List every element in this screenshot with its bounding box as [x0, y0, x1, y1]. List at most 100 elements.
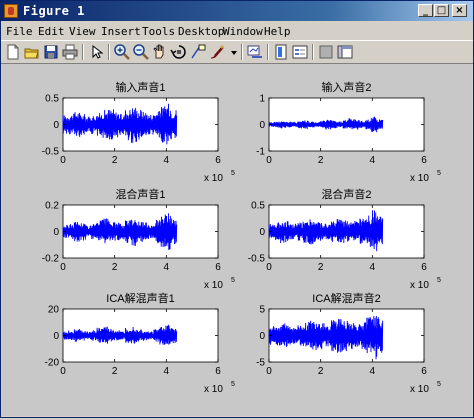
x-exponent-label: x 10: [410, 280, 429, 291]
y-tick-label: 0.5: [45, 94, 59, 105]
subplot-1: 输入声音10 2 4 6-0.500.5x 10 5: [42, 80, 235, 184]
data-cursor-icon[interactable]: [189, 43, 207, 61]
y-tick-label: -1: [256, 147, 265, 158]
subplot-title: 混合声音1: [115, 187, 165, 201]
x-tick-label: 0: [266, 262, 272, 273]
y-tick-label: -5: [256, 358, 265, 369]
colorbar-icon[interactable]: [272, 43, 290, 61]
legend-icon[interactable]: [291, 43, 309, 61]
y-tick-label: 0.2: [45, 201, 59, 212]
x-exponent-power: 5: [437, 170, 441, 177]
figure-window: Figure 1 _ □ × File Edit View Insert Too…: [0, 0, 474, 418]
toolbar-separator: [82, 44, 84, 60]
y-tick-label: 0: [53, 227, 59, 238]
subplot-5: ICA解混声音10 2 4 6-20020x 10 5: [45, 291, 235, 395]
y-tick-label: -20: [45, 358, 60, 369]
figure-canvas: 输入声音1 0 2 4 6 -0.5 0 0.5 x 10 5 输入声音2 0 2 4 6 -1 0 1 x 10 5…: [2, 64, 472, 416]
subplot-title: 输入声音2: [321, 80, 371, 94]
x-tick-label: 4: [164, 155, 170, 166]
x-tick-label: 0: [266, 366, 272, 377]
x-tick-label: 4: [370, 366, 376, 377]
toolbar-separator: [241, 44, 243, 60]
x-tick-label: 2: [318, 262, 324, 273]
x-tick-label: 0: [60, 366, 66, 377]
matlab-figure-icon: [4, 4, 18, 18]
y-tick-label: 0: [53, 120, 59, 131]
x-tick-label: 4: [164, 366, 170, 377]
x-tick-label: 0: [60, 155, 66, 166]
subplot-title: ICA解混声音2: [312, 291, 380, 305]
toolbar-separator: [267, 44, 269, 60]
x-tick-label: 6: [421, 155, 427, 166]
rotate-3d-icon[interactable]: [170, 43, 188, 61]
x-tick-label: 2: [318, 366, 324, 377]
edit-plot-arrow-icon[interactable]: [87, 43, 105, 61]
show-plot-tools-icon[interactable]: [336, 43, 354, 61]
x-exponent-power: 5: [231, 170, 235, 177]
menu-insert[interactable]: Insert: [101, 25, 141, 38]
subplot-4: 混合声音20 2 4 6-0.500.5x 10 5: [248, 187, 441, 291]
x-exponent-power: 5: [231, 277, 235, 284]
pan-icon[interactable]: [151, 43, 169, 61]
y-tick-label: -0.5: [42, 147, 60, 158]
y-tick-label: 20: [48, 305, 60, 316]
x-tick-label: 6: [215, 366, 221, 377]
x-exponent-label: x 10: [204, 173, 223, 184]
x-tick-label: 6: [421, 262, 427, 273]
x-exponent-power: 5: [437, 277, 441, 284]
menu-view[interactable]: View: [69, 25, 96, 38]
x-exponent-power: 5: [231, 381, 235, 388]
open-file-icon[interactable]: [23, 43, 41, 61]
new-figure-icon[interactable]: [4, 43, 22, 61]
x-exponent-label: x 10: [204, 384, 223, 395]
x-tick-label: 4: [164, 262, 170, 273]
menu-edit[interactable]: Edit: [38, 25, 65, 38]
minimize-button[interactable]: _: [418, 4, 433, 17]
subplot-title: 输入声音1: [115, 80, 165, 94]
menu-desktop[interactable]: Desktop: [178, 25, 224, 38]
y-tick-label: 0.5: [251, 201, 265, 212]
menu-window[interactable]: Window: [223, 25, 263, 38]
zoom-in-icon[interactable]: [113, 43, 131, 61]
x-tick-label: 0: [266, 155, 272, 166]
link-plot-icon[interactable]: [246, 43, 264, 61]
brush-icon[interactable]: [208, 43, 226, 61]
x-exponent-label: x 10: [410, 384, 429, 395]
hide-plot-tools-icon[interactable]: [317, 43, 335, 61]
x-tick-label: 2: [112, 155, 118, 166]
maximize-button[interactable]: □: [434, 4, 449, 17]
y-tick-label: 0: [259, 331, 265, 342]
print-icon[interactable]: [61, 43, 79, 61]
title-bar[interactable]: Figure 1 _ □ ×: [1, 1, 473, 21]
close-button[interactable]: ×: [452, 4, 467, 17]
x-tick-label: 2: [318, 155, 324, 166]
x-tick-label: 2: [112, 366, 118, 377]
subplot-6: ICA解混声音20 2 4 6-505x 10 5: [256, 291, 441, 395]
x-exponent-power: 5: [437, 381, 441, 388]
y-tick-label: 0: [259, 227, 265, 238]
menu-bar: File Edit View Insert Tools Desktop Wind…: [1, 22, 473, 40]
x-tick-label: 0: [60, 262, 66, 273]
x-exponent-label: x 10: [204, 280, 223, 291]
subplot-2: 输入声音20 2 4 6-101x 10 5: [256, 80, 441, 184]
subplot-grid: 输入声音10 2 4 6-0.500.5x 10 5输入声音20 2 4 6-101x 10 5…: [42, 80, 441, 395]
x-exponent-label: x 10: [410, 173, 429, 184]
y-tick-label: -0.2: [42, 254, 60, 265]
menu-help[interactable]: Help: [264, 25, 291, 38]
subplot-title: 混合声音2: [321, 187, 371, 201]
x-tick-label: 6: [215, 155, 221, 166]
menu-tools[interactable]: Tools: [142, 25, 175, 38]
toolbar-separator: [108, 44, 110, 60]
window-title: Figure 1: [23, 4, 85, 18]
x-tick-label: 6: [421, 366, 427, 377]
y-tick-label: 0: [53, 331, 59, 342]
subplot-3: 混合声音10 2 4 6-0.200.2x 10 5: [42, 187, 235, 291]
x-tick-label: 4: [370, 262, 376, 273]
toolbar: [1, 40, 473, 64]
menu-file[interactable]: File: [6, 25, 33, 38]
save-icon[interactable]: [42, 43, 60, 61]
zoom-out-icon[interactable]: [132, 43, 150, 61]
y-tick-label: 5: [259, 305, 265, 316]
y-tick-label: -0.5: [248, 254, 266, 265]
subplot-title: ICA解混声音1: [106, 291, 174, 305]
